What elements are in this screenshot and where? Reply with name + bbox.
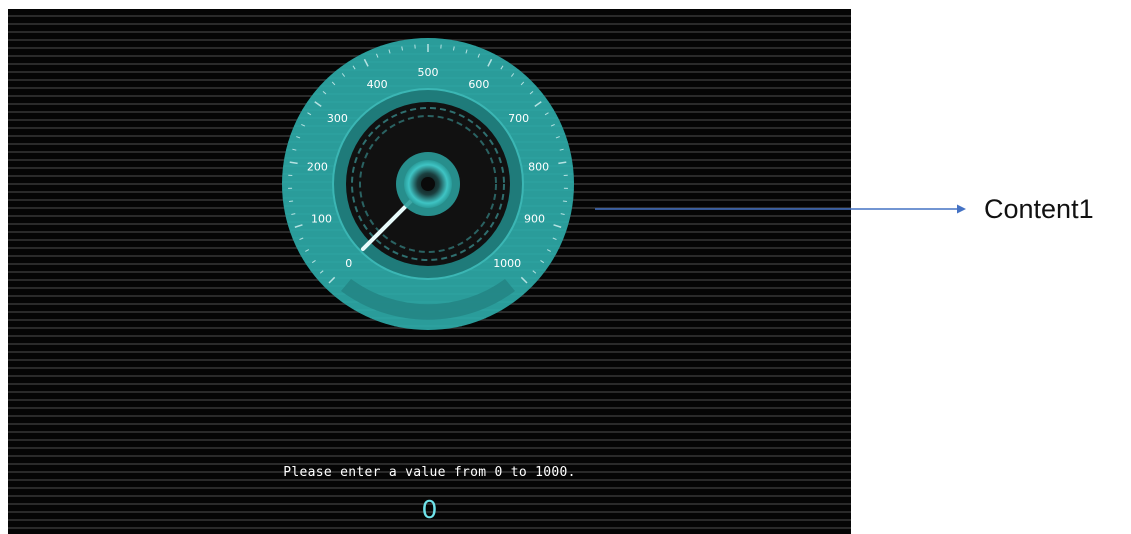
callout-arrow [595, 204, 966, 214]
stage: 0 100 200 300 400 500 600 700 800 900 1000 Please … [0, 0, 1131, 534]
callout-arrow-head [957, 204, 966, 214]
callout-label: Content1 [984, 194, 1094, 224]
